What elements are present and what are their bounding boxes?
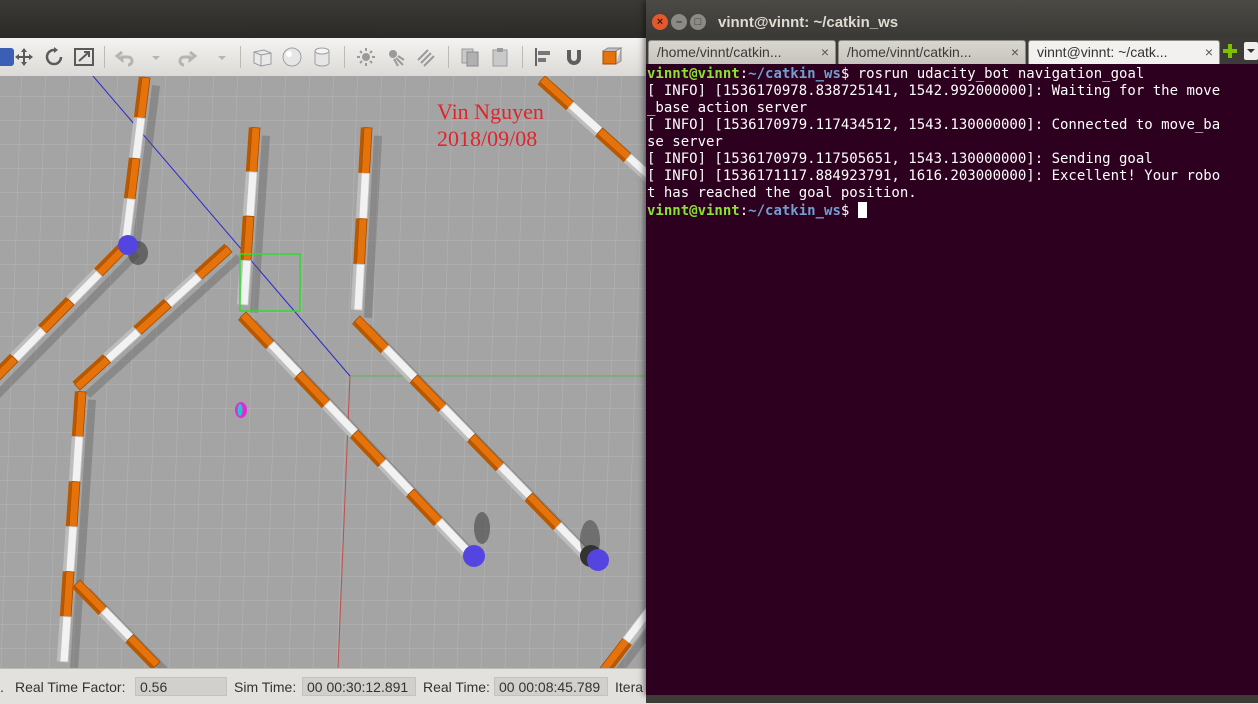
translate-icon[interactable] — [12, 46, 36, 68]
output-line: se server — [647, 134, 723, 150]
spot-light-icon[interactable] — [384, 46, 408, 68]
directional-light-icon[interactable] — [414, 46, 438, 68]
undo-dropdown-icon[interactable] — [144, 46, 160, 68]
terminal-output[interactable]: vinnt@vinnt:~/catkin_ws$ rosrun udacity_… — [646, 64, 1258, 695]
toolbar-separator — [240, 46, 241, 68]
iterations-label: Itera — [615, 679, 644, 695]
view-angle-icon[interactable] — [600, 46, 624, 68]
minimize-icon[interactable]: – — [671, 14, 687, 30]
terminal-tab-3[interactable]: vinnt@vinnt: ~/catk... × — [1028, 40, 1220, 64]
sim-time-value: 00 00:30:12.891 — [302, 677, 416, 696]
sim-time-label: Sim Time: — [234, 679, 297, 695]
output-line: t has reached the goal position. — [647, 185, 917, 201]
tab-close-icon[interactable]: × — [1205, 44, 1213, 60]
paste-icon[interactable] — [488, 46, 512, 68]
output-line: [ INFO] [1536170979.117434512, 1543.1300… — [647, 117, 1221, 133]
real-time-label: Real Time: — [423, 679, 490, 695]
prompt-user: vinnt@vinnt — [647, 66, 740, 82]
command-text: rosrun udacity_bot navigation_goal — [857, 66, 1145, 82]
terminal-title: vinnt@vinnt: ~/catkin_ws — [718, 14, 899, 31]
copy-icon[interactable] — [458, 46, 482, 68]
toolbar-separator — [522, 46, 523, 68]
output-line: [ INFO] [1536170979.117505651, 1543.1300… — [647, 151, 1153, 167]
tab-close-icon[interactable]: × — [1011, 44, 1019, 60]
terminal-tab-label: vinnt@vinnt: ~/catk... — [1037, 44, 1168, 60]
toolbar-separator — [344, 46, 345, 68]
prompt-separator: : — [739, 66, 749, 82]
robot[interactable] — [235, 402, 247, 418]
real-time-factor-label: Real Time Factor: — [15, 679, 126, 695]
scene-canvas — [0, 76, 646, 668]
terminal-titlebar: × – □ vinnt@vinnt: ~/catkin_ws — [646, 0, 1258, 38]
rotate-icon[interactable] — [42, 46, 66, 68]
prompt-path: ~/catkin_ws — [748, 66, 841, 82]
status-lead: . — [0, 679, 4, 695]
scale-icon[interactable] — [72, 46, 96, 68]
real-time-factor-value: 0.56 — [135, 677, 227, 696]
output-line: [ INFO] [1536171117.884923791, 1616.2030… — [647, 168, 1221, 184]
prompt-user: vinnt@vinnt — [647, 203, 740, 219]
new-tab-icon[interactable] — [1222, 42, 1238, 60]
cylinder-icon[interactable] — [310, 46, 334, 68]
toolbar-separator — [448, 46, 449, 68]
desktop-background — [646, 695, 1258, 703]
maximize-icon[interactable]: □ — [690, 14, 706, 30]
terminal-tab-label: /home/vinnt/catkin... — [657, 44, 782, 60]
output-line: _base action server — [647, 100, 808, 116]
terminal-cursor — [857, 202, 867, 218]
output-line: [ INFO] [1536170978.838725141, 1542.9920… — [647, 83, 1221, 99]
terminal-tab-2[interactable]: /home/vinnt/catkin... × — [838, 40, 1026, 64]
terminal-window: × – □ vinnt@vinnt: ~/catkin_ws /home/vin… — [646, 0, 1258, 695]
prompt-end: $ — [840, 66, 858, 82]
prompt-separator: : — [739, 203, 749, 219]
watermark-date: 2018/09/08 — [437, 126, 538, 151]
terminal-tab-bar: /home/vinnt/catkin... × /home/vinnt/catk… — [646, 38, 1258, 64]
tab-close-icon[interactable]: × — [821, 44, 829, 60]
redo-dropdown-icon[interactable] — [210, 46, 226, 68]
tab-menu-icon[interactable] — [1244, 42, 1258, 60]
align-icon[interactable] — [532, 46, 556, 68]
toolbar-separator — [104, 46, 105, 68]
box-icon[interactable] — [250, 46, 274, 68]
prompt-line-2: vinnt@vinnt:~/catkin_ws$ — [647, 202, 867, 219]
prompt-end: $ — [840, 203, 858, 219]
undo-icon[interactable] — [114, 46, 138, 68]
terminal-tab-label: /home/vinnt/catkin... — [847, 44, 972, 60]
magnet-icon[interactable] — [562, 46, 586, 68]
close-icon[interactable]: × — [652, 14, 668, 30]
point-light-icon[interactable] — [354, 46, 378, 68]
author-watermark: Vin Nguyen 2018/09/08 — [437, 98, 544, 152]
prompt-line-1: vinnt@vinnt:~/catkin_ws$ rosrun udacity_… — [647, 66, 1144, 82]
watermark-name: Vin Nguyen — [437, 99, 544, 124]
terminal-tab-1[interactable]: /home/vinnt/catkin... × — [648, 40, 836, 64]
prompt-path: ~/catkin_ws — [748, 203, 841, 219]
real-time-value: 00 00:08:45.789 — [494, 677, 608, 696]
gazebo-toolbar — [0, 38, 646, 77]
sphere-icon[interactable] — [280, 46, 304, 68]
redo-icon[interactable] — [174, 46, 198, 68]
3d-scene-viewport[interactable] — [0, 76, 646, 668]
